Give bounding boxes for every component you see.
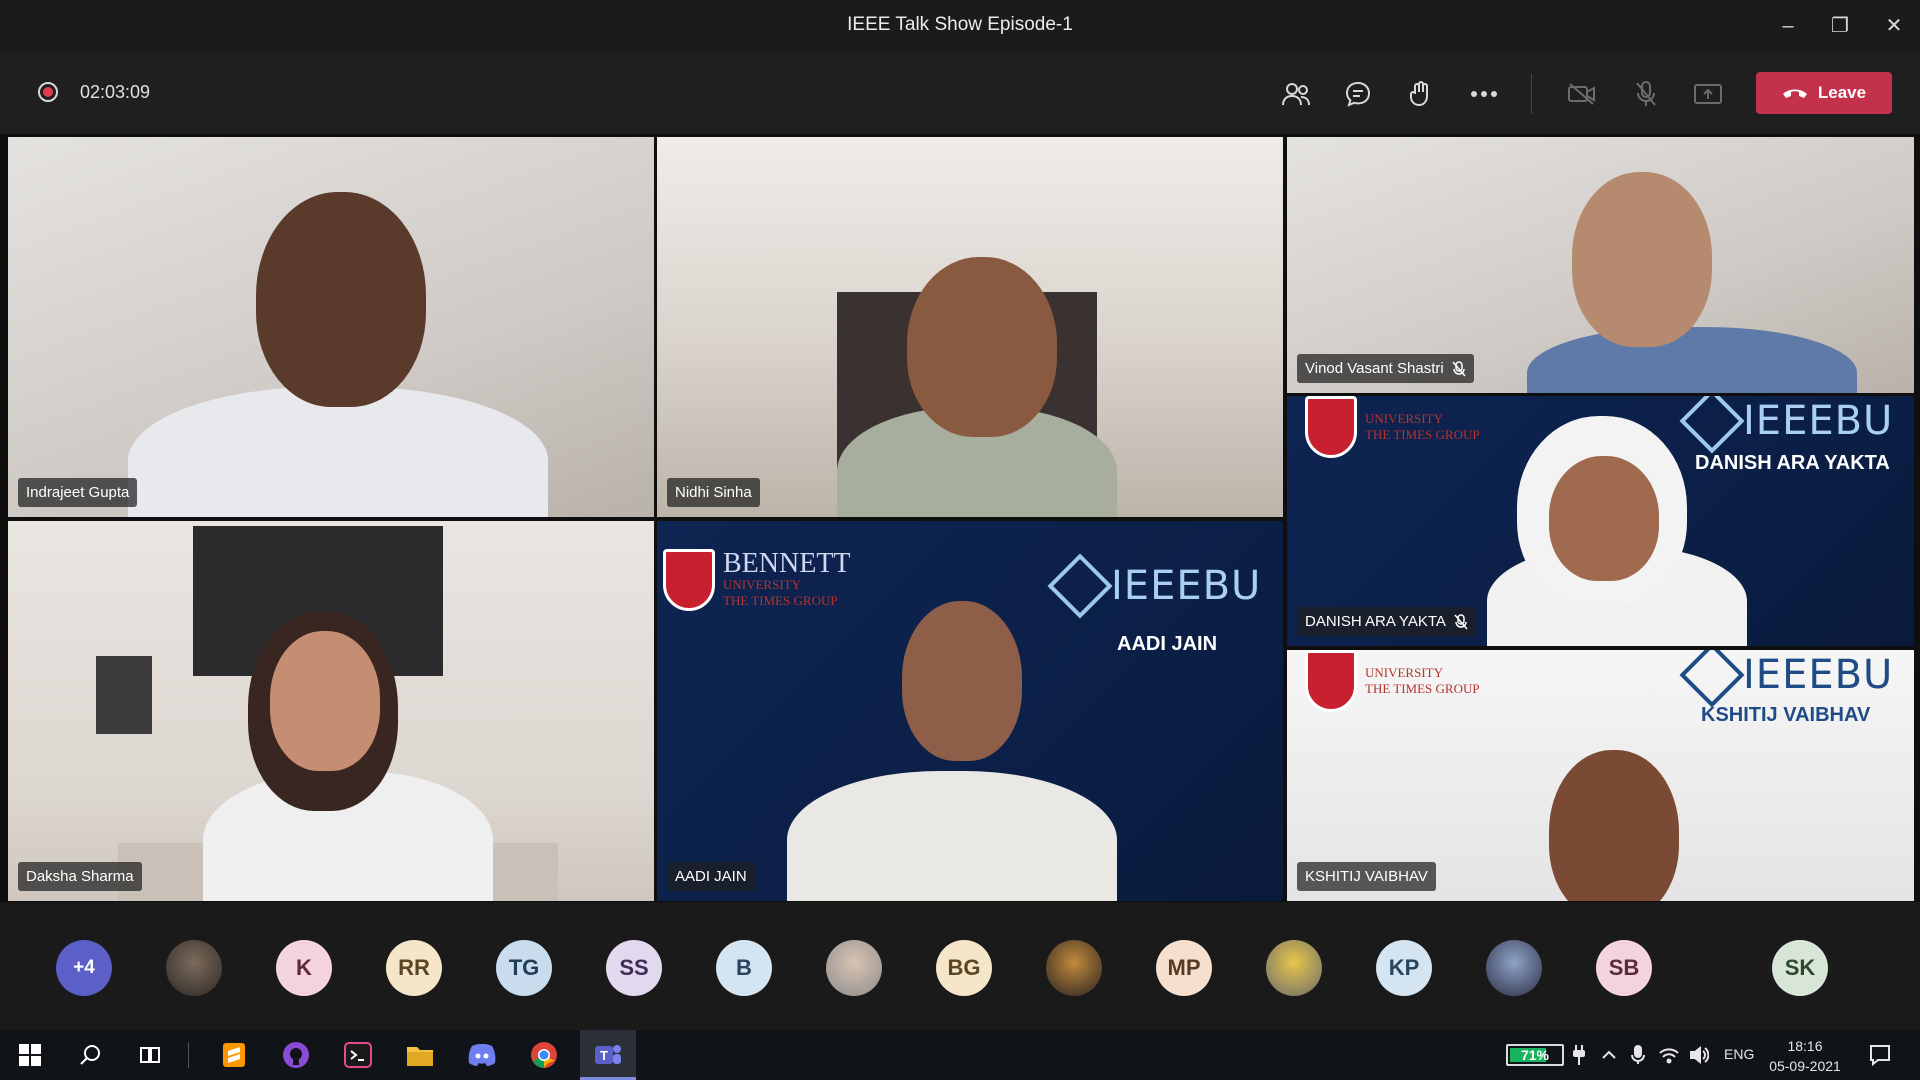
video-tile-indrajeet[interactable]: Indrajeet Gupta: [8, 137, 654, 517]
taskbar: T 71% ENG 18:16 05-09-2021: [0, 1030, 1920, 1080]
video-tile-vinod[interactable]: Vinod Vasant Shastri: [1287, 137, 1914, 393]
recording-timer: 02:03:09: [80, 82, 151, 102]
recording-icon: [38, 82, 58, 102]
participant-face: [1572, 172, 1712, 347]
taskbar-divider: [188, 1042, 189, 1068]
task-view-icon[interactable]: [134, 1039, 166, 1071]
participants-strip: +4 K RR TG SS B BG MP KP SB SK: [0, 902, 1920, 1030]
github-icon[interactable]: [280, 1039, 312, 1071]
name-tag: DANISH ARA YAKTA: [1297, 607, 1476, 636]
wifi-icon[interactable]: [1656, 1039, 1682, 1071]
svg-text:T: T: [600, 1048, 608, 1063]
ieee-logo: IEEEBU: [1679, 396, 1893, 454]
video-tile-kshitij[interactable]: UNIVERSITY THE TIMES GROUP IEEEBU KSHITIJ…: [1287, 650, 1914, 901]
microphone-icon[interactable]: [1626, 1039, 1650, 1071]
participant-avatar[interactable]: SK: [1772, 940, 1828, 996]
show-hidden-icons-chevron-icon[interactable]: [1597, 1039, 1621, 1071]
participant-avatar[interactable]: SS: [606, 940, 662, 996]
bennett-logo: BENNETT UNIVERSITY THE TIMES GROUP: [663, 549, 851, 611]
participant-face: [270, 631, 380, 771]
participant-face: [1549, 750, 1679, 901]
muted-mic-icon: [1454, 613, 1468, 629]
participant-avatar[interactable]: BG: [936, 940, 992, 996]
participant-avatar[interactable]: TG: [496, 940, 552, 996]
camera-off-icon[interactable]: [1564, 76, 1600, 112]
title-bar: IEEE Talk Show Episode-1 – ❐ ✕: [0, 0, 1920, 52]
participant-avatar[interactable]: RR: [386, 940, 442, 996]
close-button[interactable]: ✕: [1880, 12, 1908, 40]
name-tag: Vinod Vasant Shastri: [1297, 354, 1474, 383]
participants-icon[interactable]: [1278, 76, 1314, 112]
clock-date: 05-09-2021: [1769, 1058, 1841, 1074]
participant-figure: [1527, 327, 1857, 393]
restore-button[interactable]: ❐: [1826, 12, 1854, 40]
battery-indicator[interactable]: 71%: [1506, 1044, 1564, 1066]
name-tag: KSHITIJ VAIBHAV: [1297, 862, 1436, 891]
terminal-icon[interactable]: [342, 1039, 374, 1071]
participant-figure: [787, 771, 1117, 901]
tile-caption: DANISH ARA YAKTA: [1695, 452, 1890, 474]
hang-up-icon: [1782, 89, 1807, 98]
name-tag: Nidhi Sinha: [667, 478, 760, 507]
chat-icon[interactable]: [1340, 76, 1376, 112]
windows-start-icon[interactable]: [14, 1039, 46, 1071]
leave-label: Leave: [1817, 83, 1867, 102]
window-title: IEEE Talk Show Episode-1: [847, 14, 1073, 35]
video-tile-nidhi[interactable]: Nidhi Sinha: [657, 137, 1283, 517]
wall-decor: [96, 656, 152, 734]
ieee-logo: IEEEBU: [1047, 553, 1261, 619]
leave-button[interactable]: Leave: [1756, 72, 1892, 114]
teams-icon[interactable]: T: [592, 1039, 624, 1071]
file-explorer-icon[interactable]: [404, 1039, 436, 1071]
share-screen-icon[interactable]: [1690, 76, 1726, 112]
video-tile-aadi[interactable]: BENNETT UNIVERSITY THE TIMES GROUP IEEEBU …: [657, 521, 1283, 901]
sublime-text-icon[interactable]: [218, 1039, 250, 1071]
more-participants-button[interactable]: +4: [56, 940, 112, 996]
participant-avatar-photo[interactable]: [826, 940, 882, 996]
muted-mic-icon: [1452, 360, 1466, 376]
video-tile-daksha[interactable]: Daksha Sharma: [8, 521, 654, 901]
participant-avatar[interactable]: B: [716, 940, 772, 996]
reactions-icon[interactable]: [1402, 76, 1438, 112]
participant-face: [902, 601, 1022, 761]
name-tag: Indrajeet Gupta: [18, 478, 138, 507]
power-plug-icon: [1568, 1039, 1590, 1071]
clock-time: 18:16: [1787, 1038, 1823, 1054]
minimize-button[interactable]: –: [1774, 12, 1802, 40]
clock[interactable]: 18:16 05-09-2021: [1760, 1036, 1850, 1076]
mic-off-icon[interactable]: [1628, 76, 1664, 112]
name-tag: AADI JAIN: [667, 862, 755, 891]
battery-percent: 71%: [1520, 1047, 1550, 1063]
more-options-icon[interactable]: [1466, 76, 1502, 112]
bennett-logo: UNIVERSITY THE TIMES GROUP: [1305, 396, 1480, 458]
participant-face: [256, 192, 426, 407]
video-tile-danish[interactable]: UNIVERSITY THE TIMES GROUP IEEEBU DANISH …: [1287, 396, 1914, 646]
chrome-icon[interactable]: [528, 1039, 560, 1071]
participant-avatar[interactable]: SB: [1596, 940, 1652, 996]
participant-avatar[interactable]: MP: [1156, 940, 1212, 996]
input-language[interactable]: ENG: [1724, 1046, 1754, 1062]
participant-face: [907, 257, 1057, 437]
name-tag: Daksha Sharma: [18, 862, 142, 891]
notifications-icon[interactable]: [1864, 1039, 1896, 1071]
search-icon[interactable]: [74, 1039, 106, 1071]
participant-avatar-photo[interactable]: [1046, 940, 1102, 996]
participant-avatar-photo[interactable]: [166, 940, 222, 996]
tile-caption: AADI JAIN: [1117, 633, 1218, 655]
participant-avatar-photo[interactable]: [1266, 940, 1322, 996]
tile-caption: KSHITIJ VAIBHAV: [1701, 704, 1871, 726]
bennett-logo: UNIVERSITY THE TIMES GROUP: [1305, 650, 1480, 712]
participant-avatar-photo[interactable]: [1486, 940, 1542, 996]
discord-icon[interactable]: [466, 1039, 498, 1071]
meeting-toolbar: 02:03:09 Leave: [0, 52, 1920, 134]
ieee-logo: IEEEBU: [1679, 650, 1893, 708]
volume-icon[interactable]: [1686, 1039, 1712, 1071]
participant-face: [1549, 456, 1659, 581]
toolbar-divider: [1531, 74, 1532, 114]
participant-avatar[interactable]: K: [276, 940, 332, 996]
participant-avatar[interactable]: KP: [1376, 940, 1432, 996]
